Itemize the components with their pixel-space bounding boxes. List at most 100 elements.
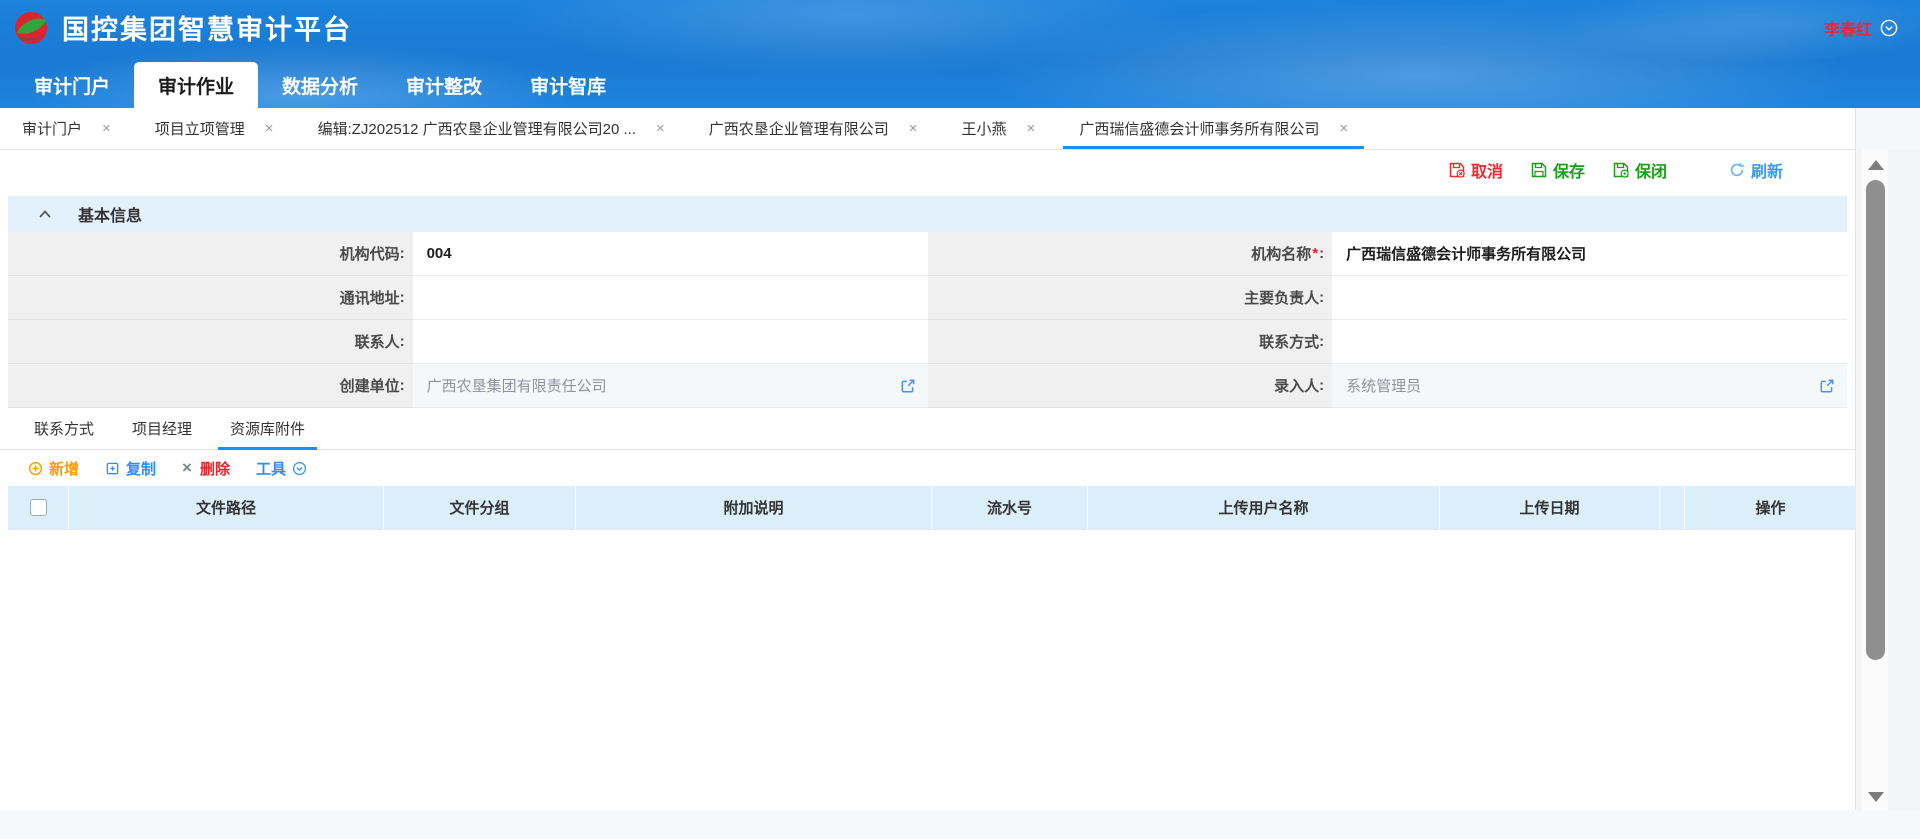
doc-tab-label: 广西农垦企业管理有限公司	[709, 118, 889, 139]
create-unit-value: 广西农垦集团有限责任公司	[413, 375, 607, 396]
save-button[interactable]: 保存	[1531, 158, 1585, 182]
label-text: 联系方式	[1259, 331, 1319, 352]
external-link-icon[interactable]	[900, 378, 916, 394]
close-icon[interactable]: ×	[656, 121, 665, 136]
doc-tab-project-approval[interactable]: 项目立项管理 ×	[139, 108, 290, 149]
contact-method-input[interactable]	[1332, 320, 1847, 363]
label-colon: :	[1319, 333, 1324, 350]
scrollbar-track[interactable]	[1862, 150, 1888, 810]
field-address: 通讯地址:	[8, 276, 928, 320]
floppy-icon	[1531, 162, 1547, 178]
save-close-label: 保闭	[1635, 158, 1667, 182]
select-all-checkbox[interactable]	[30, 499, 47, 516]
doc-tab-label: 广西瑞信盛德会计师事务所有限公司	[1079, 118, 1319, 139]
scroll-up-arrow-icon[interactable]	[1868, 160, 1884, 170]
doc-tab-edit-zj202512[interactable]: 编辑:ZJ202512 广西农垦企业管理有限公司20 ... ×	[302, 108, 681, 149]
attachment-grid-toolbar: 新增 复制 × 删除 工具	[0, 450, 1855, 486]
tab-resource-attachments[interactable]: 资源库附件	[218, 408, 317, 449]
basic-info-section-header[interactable]: 基本信息	[8, 196, 1847, 232]
refresh-button[interactable]: 刷新	[1729, 158, 1783, 182]
delete-label: 删除	[200, 458, 230, 479]
org-name-input[interactable]	[1332, 232, 1847, 275]
field-org-code: 机构代码:	[8, 232, 928, 276]
label-text: 创建单位	[340, 375, 400, 396]
contact-person-input[interactable]	[413, 320, 928, 363]
circled-plus-icon	[28, 461, 43, 476]
column-header-file-group[interactable]: 文件分组	[383, 486, 575, 529]
column-header-upload-user[interactable]: 上传用户名称	[1087, 486, 1439, 529]
label-colon: :	[400, 289, 405, 306]
save-close-button[interactable]: 保闭	[1613, 158, 1667, 182]
app-logo-icon	[14, 11, 48, 45]
scroll-down-arrow-icon[interactable]	[1868, 792, 1884, 802]
close-icon[interactable]: ×	[102, 121, 111, 136]
field-label: 联系方式:	[928, 320, 1333, 364]
field-value-cell	[413, 276, 928, 320]
section-title: 基本信息	[78, 202, 142, 226]
org-code-input[interactable]	[413, 232, 928, 275]
column-header-note[interactable]: 附加说明	[575, 486, 931, 529]
field-label: 联系人:	[8, 320, 413, 364]
nav-item-audit-work[interactable]: 审计作业	[134, 62, 258, 108]
chevron-down-circle-icon[interactable]	[1880, 19, 1898, 37]
doc-tab-ruixin-accounting[interactable]: 广西瑞信盛德会计师事务所有限公司 ×	[1063, 108, 1364, 149]
tab-project-manager[interactable]: 项目经理	[120, 408, 204, 449]
app-header: 国控集团智慧审计平台 李春红 审计门户 审计作业 数据分析 审计整改 审计智库	[0, 0, 1920, 108]
doc-tab-audit-portal[interactable]: 审计门户 ×	[6, 108, 127, 149]
entry-person-value: 系统管理员	[1332, 375, 1421, 396]
doc-tab-wang-xiaoyan[interactable]: 王小燕 ×	[946, 108, 1052, 149]
create-unit-field[interactable]: 广西农垦集团有限责任公司	[413, 364, 928, 408]
page: 国控集团智慧审计平台 李春红 审计门户 审计作业 数据分析 审计整改 审计智库 …	[0, 0, 1920, 839]
tab-label: 资源库附件	[230, 418, 305, 439]
label-colon: :	[1319, 245, 1324, 262]
nav-item-audit-portal[interactable]: 审计门户	[10, 62, 134, 108]
tools-label: 工具	[256, 458, 286, 479]
bottom-strip	[0, 810, 1920, 839]
column-header-file-path[interactable]: 文件路径	[68, 486, 383, 529]
address-input[interactable]	[413, 276, 928, 319]
close-icon[interactable]: ×	[265, 121, 274, 136]
close-icon[interactable]: ×	[1339, 121, 1348, 136]
principal-input[interactable]	[1332, 276, 1847, 319]
close-icon[interactable]: ×	[909, 121, 918, 136]
field-label: 主要负责人:	[928, 276, 1333, 320]
tab-label: 项目经理	[132, 418, 192, 439]
doc-tab-label: 编辑:ZJ202512 广西农垦企业管理有限公司20 ...	[318, 118, 636, 139]
refresh-icon	[1729, 162, 1745, 178]
chevron-up-icon[interactable]	[38, 209, 52, 219]
document-tab-bar: 审计门户 × 项目立项管理 × 编辑:ZJ202512 广西农垦企业管理有限公司…	[0, 108, 1855, 150]
nav-item-audit-library[interactable]: 审计智库	[506, 62, 630, 108]
nav-item-label: 审计门户	[34, 72, 110, 99]
entry-person-field[interactable]: 系统管理员	[1332, 364, 1847, 408]
field-label: 机构名称*:	[928, 232, 1333, 276]
user-name: 李春红	[1824, 16, 1872, 40]
field-value-cell	[413, 232, 928, 276]
nav-item-label: 数据分析	[282, 72, 358, 99]
external-link-icon[interactable]	[1819, 378, 1835, 394]
select-all-cell	[8, 486, 68, 529]
spacer-column	[1659, 486, 1684, 529]
tools-dropdown-button[interactable]: 工具	[256, 458, 307, 479]
copy-button[interactable]: 复制	[105, 458, 156, 479]
nav-item-audit-rectification[interactable]: 审计整改	[382, 62, 506, 108]
required-mark: *	[1312, 245, 1318, 262]
add-label: 新增	[49, 458, 79, 479]
column-header-upload-date[interactable]: 上传日期	[1439, 486, 1659, 529]
floppy-x-icon	[1449, 162, 1465, 178]
column-header-actions[interactable]: 操作	[1684, 486, 1856, 529]
refresh-label: 刷新	[1751, 158, 1783, 182]
cancel-button[interactable]: 取消	[1449, 158, 1503, 182]
user-menu[interactable]: 李春红	[1824, 16, 1898, 40]
delete-button[interactable]: × 删除	[182, 458, 230, 479]
column-header-serial[interactable]: 流水号	[931, 486, 1087, 529]
nav-item-data-analysis[interactable]: 数据分析	[258, 62, 382, 108]
add-button[interactable]: 新增	[28, 458, 79, 479]
scrollbar-thumb[interactable]	[1866, 180, 1885, 660]
delete-x-icon: ×	[182, 458, 192, 478]
tab-contact-method[interactable]: 联系方式	[22, 408, 106, 449]
close-icon[interactable]: ×	[1027, 121, 1036, 136]
action-bar: 取消 保存 保闭	[0, 150, 1855, 190]
doc-tab-nongken-company[interactable]: 广西农垦企业管理有限公司 ×	[693, 108, 934, 149]
field-value-cell	[413, 320, 928, 364]
floppy-circle-icon	[1613, 162, 1629, 178]
